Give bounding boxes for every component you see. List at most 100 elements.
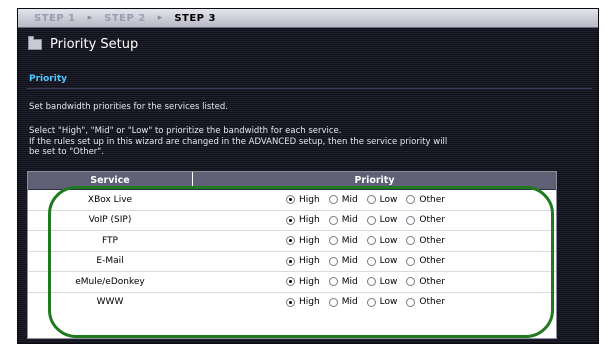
priority-option-mid[interactable]: Mid bbox=[328, 297, 358, 308]
priority-options: High Mid Low Other bbox=[192, 215, 556, 225]
priority-option-label: Other bbox=[419, 215, 445, 226]
priority-option-high[interactable]: High bbox=[286, 236, 320, 246]
priority-high-radio[interactable] bbox=[286, 195, 295, 205]
priority-options: High Mid Low Other bbox=[192, 236, 556, 246]
page-title-row: Priority Setup bbox=[28, 36, 139, 52]
priority-mid-radio[interactable] bbox=[328, 215, 338, 225]
priority-low-radio[interactable] bbox=[366, 256, 376, 266]
priority-high-radio[interactable] bbox=[286, 277, 295, 287]
step-progress-bar: STEP 1 ▸ STEP 2 ▸ STEP 3 bbox=[18, 9, 598, 28]
step-1-label: STEP 1 bbox=[34, 12, 76, 24]
priority-mid-radio[interactable] bbox=[328, 277, 338, 287]
priority-option-mid[interactable]: Mid bbox=[328, 194, 358, 205]
step-3-label: STEP 3 bbox=[174, 12, 216, 24]
priority-mid-radio[interactable] bbox=[328, 297, 338, 307]
priority-other-radio[interactable] bbox=[406, 215, 416, 225]
step-separator-icon: ▸ bbox=[87, 13, 93, 23]
priority-option-label: Low bbox=[379, 235, 398, 246]
priority-option-label: High bbox=[299, 215, 320, 226]
priority-high-radio[interactable] bbox=[286, 215, 295, 225]
priority-option-other[interactable]: Other bbox=[406, 277, 445, 287]
priority-option-low[interactable]: Low bbox=[366, 195, 397, 205]
step-separator-icon: ▸ bbox=[157, 13, 163, 23]
table-row: FTP High Mid Low Other bbox=[28, 231, 556, 252]
priority-option-high[interactable]: High bbox=[286, 277, 320, 287]
priority-option-label: Other bbox=[419, 276, 445, 287]
priority-mid-radio[interactable] bbox=[328, 236, 338, 246]
folder-icon bbox=[28, 36, 42, 50]
table-row: eMule/eDonkey High Mid Low Other bbox=[28, 272, 556, 293]
priority-option-label: High bbox=[299, 276, 320, 287]
priority-other-radio[interactable] bbox=[406, 277, 416, 287]
priority-low-radio[interactable] bbox=[366, 195, 376, 205]
instructions-line: Select "High", "Mid" or "Low" to priorit… bbox=[29, 126, 342, 136]
priority-mid-radio[interactable] bbox=[328, 256, 338, 266]
priority-low-radio[interactable] bbox=[366, 297, 376, 307]
table-header: Service Priority bbox=[28, 172, 556, 190]
service-name: eMule/eDonkey bbox=[75, 276, 145, 287]
priority-option-mid[interactable]: Mid bbox=[328, 235, 358, 246]
priority-other-radio[interactable] bbox=[406, 195, 416, 205]
priority-option-mid[interactable]: Mid bbox=[328, 276, 358, 287]
table-body: XBox Live High Mid Low Other VoIP (SIP) High Mi… bbox=[28, 190, 556, 312]
priority-option-other[interactable]: Other bbox=[406, 195, 445, 205]
priority-column-header: Priority bbox=[354, 175, 395, 186]
priority-options: High Mid Low Other bbox=[192, 195, 556, 205]
priority-option-label: Mid bbox=[341, 215, 358, 226]
priority-option-high[interactable]: High bbox=[286, 195, 320, 205]
service-name: VoIP (SIP) bbox=[88, 215, 132, 226]
priority-other-radio[interactable] bbox=[406, 297, 416, 307]
priority-option-high[interactable]: High bbox=[286, 256, 320, 266]
service-name: E-Mail bbox=[96, 256, 124, 267]
priority-mid-radio[interactable] bbox=[328, 195, 338, 205]
service-name: FTP bbox=[102, 235, 118, 246]
priority-option-mid[interactable]: Mid bbox=[328, 256, 358, 266]
section-divider bbox=[26, 88, 592, 89]
priority-options: High Mid Low Other bbox=[192, 277, 556, 287]
priority-options: High Mid Low Other bbox=[192, 256, 556, 266]
priority-option-low[interactable]: Low bbox=[366, 215, 398, 226]
step-2-label: STEP 2 bbox=[104, 12, 146, 24]
priority-option-label: Other bbox=[419, 297, 445, 308]
priority-option-low[interactable]: Low bbox=[366, 235, 398, 246]
priority-other-radio[interactable] bbox=[406, 236, 416, 246]
priority-option-label: Other bbox=[419, 194, 445, 205]
priority-low-radio[interactable] bbox=[366, 277, 376, 287]
priority-high-radio[interactable] bbox=[286, 236, 295, 246]
description-text: Set bandwidth priorities for the service… bbox=[29, 102, 228, 112]
service-name: XBox Live bbox=[87, 194, 133, 205]
priority-option-high[interactable]: High bbox=[286, 215, 320, 225]
priority-option-low[interactable]: Low bbox=[366, 297, 398, 308]
priority-option-mid[interactable]: Mid bbox=[328, 215, 358, 226]
table-row: E-Mail High Mid Low Other bbox=[28, 252, 556, 272]
priority-other-radio[interactable] bbox=[406, 256, 416, 266]
priority-option-high[interactable]: High bbox=[286, 297, 320, 307]
priority-low-radio[interactable] bbox=[366, 236, 376, 246]
priority-option-low[interactable]: Low bbox=[366, 256, 397, 266]
priority-table: Service Priority XBox Live High Mid Low Othe… bbox=[27, 171, 557, 339]
priority-option-label: Other bbox=[419, 235, 445, 246]
priority-option-other[interactable]: Other bbox=[406, 297, 445, 307]
priority-option-label: High bbox=[299, 297, 320, 308]
priority-low-radio[interactable] bbox=[366, 215, 376, 225]
priority-high-radio[interactable] bbox=[286, 297, 295, 307]
priority-option-label: Mid bbox=[341, 194, 358, 205]
service-name: WWW bbox=[96, 297, 124, 308]
priority-options: High Mid Low Other bbox=[192, 297, 556, 307]
instructions-text: Select "High", "Mid" or "Low" to priorit… bbox=[29, 126, 591, 158]
priority-option-label: Mid bbox=[341, 297, 358, 308]
priority-option-label: High bbox=[299, 235, 320, 246]
priority-option-other[interactable]: Other bbox=[406, 236, 445, 246]
priority-option-other[interactable]: Other bbox=[406, 256, 445, 266]
service-column-header: Service bbox=[28, 172, 193, 189]
priority-option-label: Mid bbox=[341, 235, 358, 246]
table-row: XBox Live High Mid Low Other bbox=[28, 190, 556, 211]
priority-option-label: Low bbox=[379, 215, 398, 226]
priority-high-radio[interactable] bbox=[286, 256, 295, 266]
priority-option-label: Low bbox=[379, 297, 398, 308]
page-title: Priority Setup bbox=[50, 37, 139, 52]
priority-option-label: Mid bbox=[341, 276, 358, 287]
priority-option-low[interactable]: Low bbox=[366, 277, 397, 287]
priority-option-label: High bbox=[299, 194, 320, 205]
priority-option-other[interactable]: Other bbox=[406, 215, 445, 225]
